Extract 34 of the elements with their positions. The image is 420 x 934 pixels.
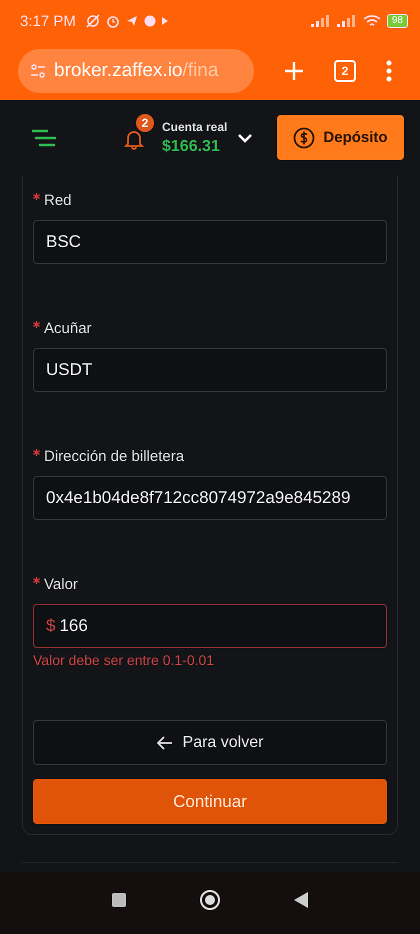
signal-icon [310, 15, 331, 27]
input-field[interactable]: BSC [33, 220, 387, 264]
bell-icon[interactable] [124, 128, 144, 150]
back-button[interactable]: Para volver [33, 720, 387, 765]
dollar-coin-icon [293, 126, 316, 148]
menu-icon[interactable] [32, 128, 56, 146]
field-label: Dirección de billetera [44, 448, 184, 464]
field-label: Red [44, 192, 72, 208]
circle-icon [144, 15, 156, 27]
field-label: Acuñar [44, 320, 92, 336]
play-icon [162, 17, 168, 25]
status-time: 3:17 PM [20, 12, 76, 30]
deposit-button[interactable]: Depósito [277, 115, 404, 160]
back-icon[interactable] [293, 891, 309, 909]
signal-icon [336, 15, 357, 27]
notification-badge: 2 [136, 114, 154, 132]
account-label: Cuenta real [162, 120, 228, 134]
paper-plane-icon [126, 15, 138, 27]
balance-amount: $166.31 [162, 138, 221, 156]
sync-off-icon [86, 14, 100, 28]
alarm-icon [106, 14, 120, 28]
currency-prefix: $ [46, 616, 56, 636]
chevron-down-icon[interactable] [237, 132, 254, 142]
input-field[interactable]: $ 166 [33, 604, 387, 648]
recents-icon[interactable] [111, 892, 127, 908]
battery-level: 98 [386, 14, 408, 28]
home-icon[interactable] [199, 889, 221, 911]
field-label: Valor [44, 576, 78, 592]
error-message: Valor debe ser entre 0.1-0.01 [33, 652, 216, 668]
input-field[interactable]: USDT [33, 348, 387, 392]
new-tab-icon[interactable] [284, 61, 304, 81]
input-field[interactable]: 0x4e1b04de8f712cc8074972a9e845289 [33, 476, 387, 520]
arrow-left-icon [156, 736, 173, 750]
wifi-icon [362, 14, 381, 28]
